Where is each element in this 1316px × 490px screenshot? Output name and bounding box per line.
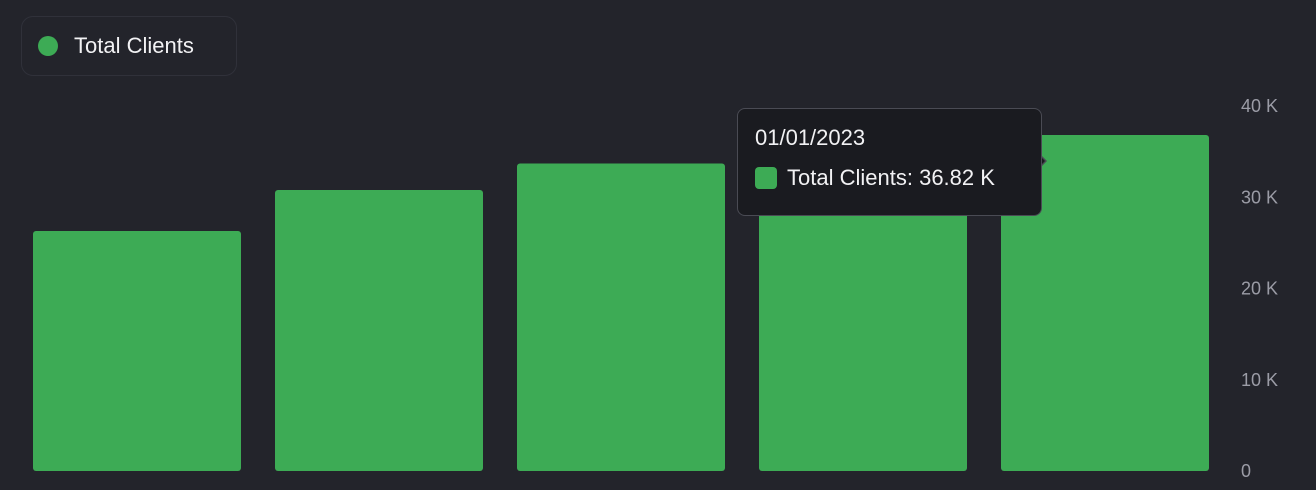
bar-1[interactable]	[275, 189, 483, 471]
bar-2[interactable]	[517, 163, 725, 472]
chart-tooltip: 01/01/2023 Total Clients: 36.82 K	[737, 108, 1042, 216]
y-tick-label-2: 20 K	[1241, 279, 1278, 299]
bar-0[interactable]	[33, 231, 241, 471]
chart-stage: Total Clients 0 10 K 20 K 30 K 40 K 01/01/20…	[0, 0, 1316, 490]
tooltip-swatch-icon	[755, 167, 777, 189]
y-tick-label-0: 0	[1241, 461, 1251, 481]
y-tick-label-3: 30 K	[1241, 187, 1278, 207]
y-tick-label-1: 10 K	[1241, 370, 1278, 390]
tooltip-date: 01/01/2023	[755, 125, 866, 150]
bar-chart: 0 10 K 20 K 30 K 40 K	[33, 96, 1278, 481]
tooltip-row: Total Clients: 36.82 K	[755, 165, 1024, 191]
tooltip-series-label: Total Clients: 36.82 K	[787, 165, 995, 190]
y-tick-label-4: 40 K	[1241, 96, 1278, 116]
